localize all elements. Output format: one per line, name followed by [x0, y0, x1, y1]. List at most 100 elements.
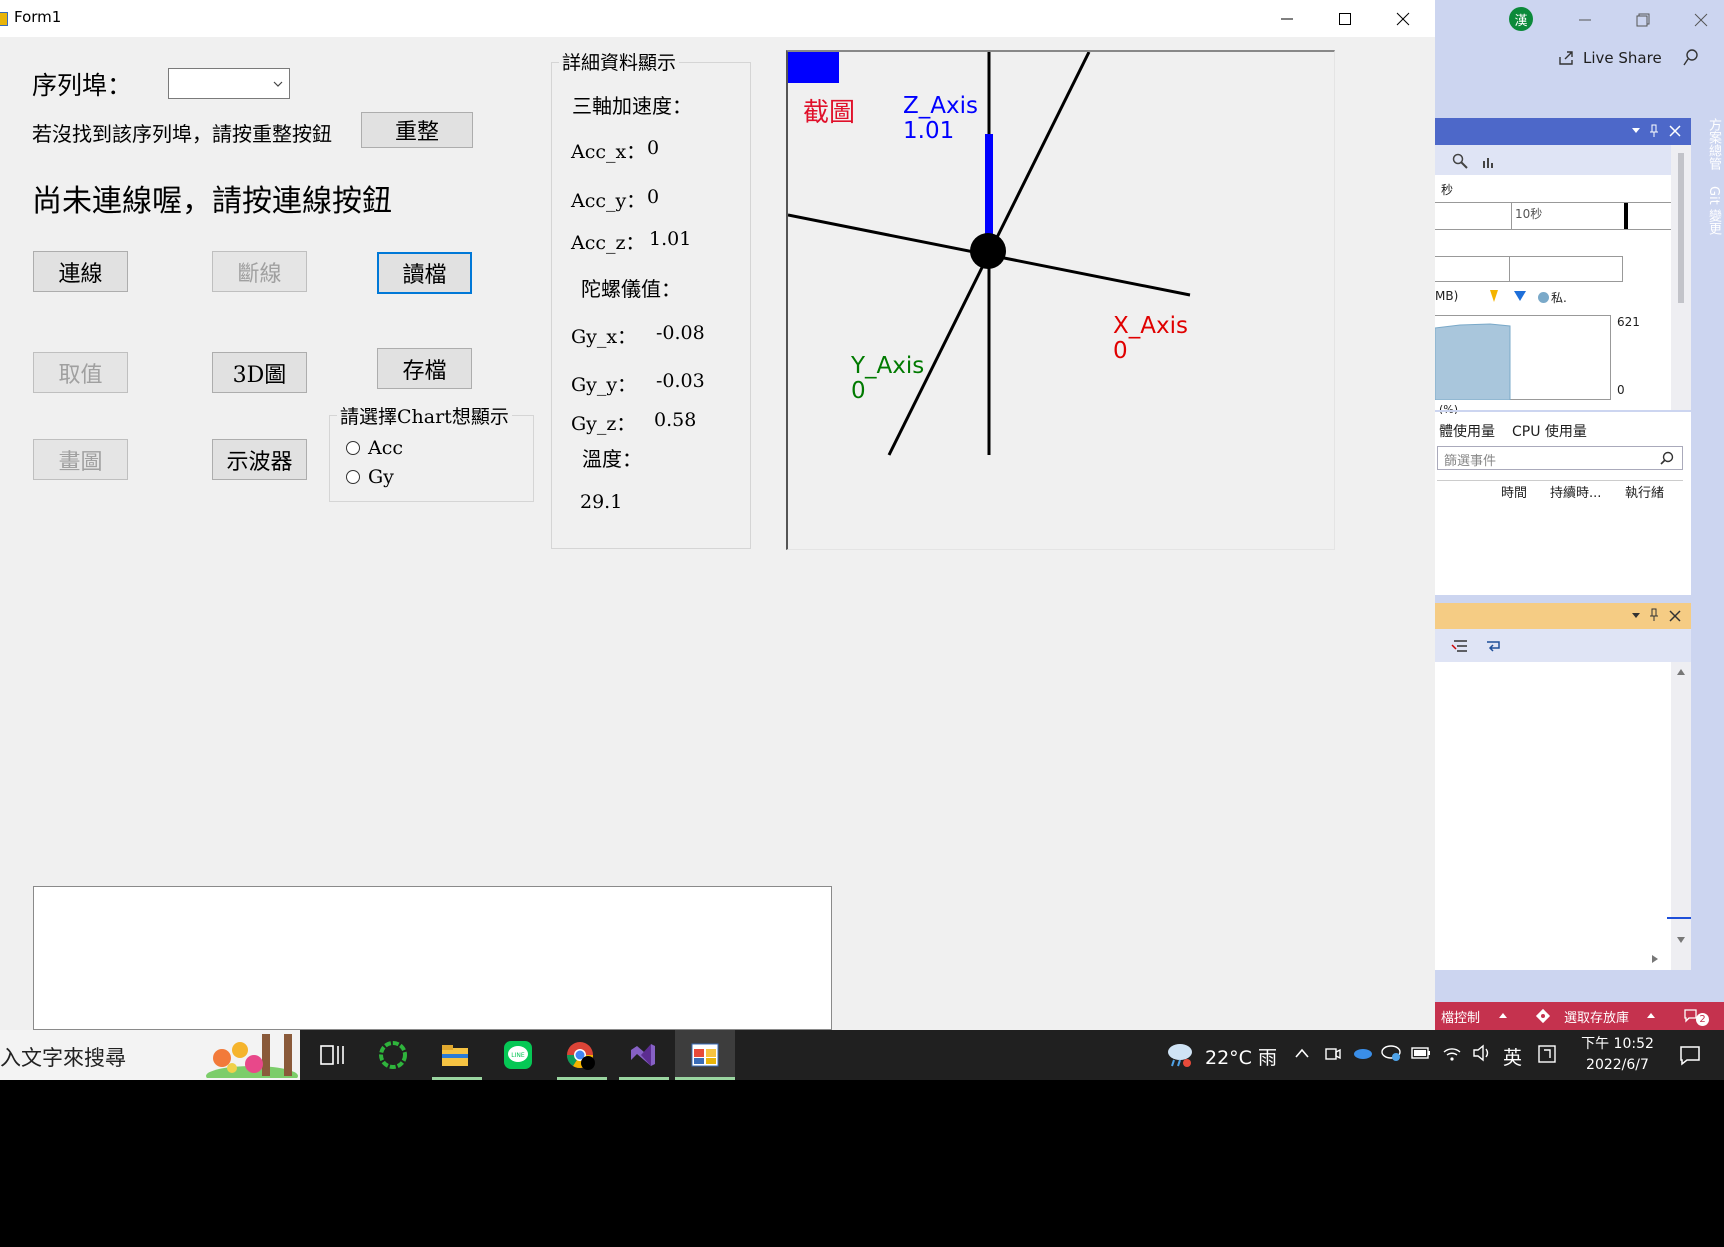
minimize-button[interactable] [1258, 0, 1316, 37]
timeline-tick [1511, 203, 1512, 229]
clear-all-icon[interactable] [1451, 637, 1469, 655]
track-divider [1509, 257, 1510, 282]
scroll-right-icon[interactable] [1651, 954, 1659, 964]
account-avatar[interactable]: 漢 [1509, 7, 1533, 31]
radio-gy-label: Gy [368, 466, 394, 488]
taskbar-search-box[interactable]: 入文字來搜尋 [0, 1030, 300, 1080]
read-file-button[interactable]: 讀檔 [377, 252, 472, 294]
close-button[interactable] [1374, 0, 1432, 37]
chrome-icon[interactable] [565, 1040, 595, 1070]
output-scrollbar[interactable] [1667, 662, 1691, 970]
column-time[interactable]: 時間 [1501, 482, 1527, 501]
memory-graph [1435, 315, 1611, 400]
temp-value: 29.1 [580, 491, 623, 513]
volume-icon[interactable] [1472, 1044, 1492, 1062]
scroll-down-icon[interactable] [1676, 936, 1686, 944]
weather-text[interactable]: 22°C 雨 [1205, 1043, 1277, 1070]
output-textbox[interactable] [33, 886, 832, 1030]
form-app-taskbar-button[interactable] [675, 1030, 735, 1080]
acc-y-label: Acc_y： [571, 190, 646, 212]
select-repo-button[interactable]: 選取存放庫 [1564, 1007, 1629, 1026]
tab-cpu-usage[interactable]: CPU 使用量 [1512, 421, 1587, 441]
onedrive-icon[interactable] [1351, 1046, 1373, 1060]
green-ring-app-icon[interactable] [378, 1040, 408, 1070]
active-indicator [675, 1077, 735, 1080]
vs-minimize-icon[interactable] [1578, 13, 1592, 27]
disconnect-button[interactable]: 斷線 [212, 251, 307, 292]
output-window-header [1435, 603, 1691, 629]
weather-rain-icon[interactable] [1164, 1040, 1196, 1070]
column-duration[interactable]: 持續時... [1550, 482, 1601, 501]
battery-icon[interactable] [1411, 1046, 1431, 1060]
screenshot-label[interactable]: 截圖 [803, 92, 855, 129]
screenshot-color-swatch[interactable] [788, 52, 839, 83]
radio-gy[interactable]: Gy [346, 466, 394, 488]
vs-status-bar: 檔控制 選取存放庫 2 [1435, 1002, 1724, 1030]
column-thread[interactable]: 執行緒 [1625, 482, 1664, 501]
chart-settings-icon[interactable] [1480, 153, 1496, 169]
maximize-button[interactable] [1316, 0, 1374, 37]
source-control-label[interactable]: 檔控制 [1441, 1007, 1480, 1026]
save-file-button[interactable]: 存檔 [377, 348, 472, 389]
tab-memory-usage[interactable]: 體使用量 [1439, 421, 1495, 441]
live-share-button[interactable]: Live Share [1583, 49, 1662, 67]
x-axis-value: 0 [1113, 338, 1128, 364]
radio-acc-label: Acc [368, 437, 404, 459]
onedrive-sync-icon[interactable] [1380, 1044, 1402, 1062]
feedback-icon[interactable] [1682, 47, 1702, 67]
close-icon[interactable] [1669, 610, 1681, 622]
pin-icon[interactable] [1649, 608, 1659, 622]
side-tab-git-changes[interactable]: Git 變更 [1706, 186, 1721, 235]
details-title: 詳細資料顯示 [559, 48, 680, 75]
acc-y-value: 0 [647, 186, 660, 208]
pin-icon[interactable] [1649, 124, 1659, 138]
draw-button[interactable]: 畫圖 [33, 439, 128, 480]
plot-3d-button[interactable]: 3D圖 [212, 352, 307, 393]
scroll-thumb[interactable] [1678, 153, 1684, 303]
acc-z-value: 1.01 [649, 228, 692, 250]
radio-circle[interactable] [346, 470, 360, 484]
oscilloscope-button[interactable]: 示波器 [212, 439, 307, 480]
task-view-icon[interactable] [318, 1040, 348, 1070]
file-explorer-icon[interactable] [440, 1040, 470, 1070]
port-combobox[interactable] [168, 68, 290, 99]
title-bar[interactable]: Form1 [0, 0, 1435, 37]
dropdown-icon[interactable] [1631, 612, 1641, 620]
action-center-icon[interactable] [1678, 1044, 1702, 1066]
close-icon[interactable] [1669, 125, 1681, 137]
running-indicator [557, 1077, 607, 1080]
scroll-up-icon[interactable] [1676, 668, 1686, 676]
diagnostics-scrollbar[interactable] [1671, 145, 1691, 410]
connect-button[interactable]: 連線 [33, 251, 128, 292]
vs-restore-icon[interactable] [1636, 13, 1650, 27]
radio-acc[interactable]: Acc [346, 437, 403, 459]
private-bytes-legend [1538, 292, 1549, 303]
meet-now-icon[interactable] [1324, 1045, 1342, 1063]
get-value-button[interactable]: 取值 [33, 352, 128, 393]
line-app-icon[interactable]: LINE [503, 1040, 533, 1070]
timeline-ruler[interactable]: 10秒 [1435, 202, 1671, 230]
side-tab-solution-explorer[interactable]: 方案總管 [1706, 118, 1721, 170]
clock[interactable]: 下午 10:52 2022/6/7 [1575, 1034, 1660, 1076]
dropdown-icon[interactable] [1631, 127, 1641, 135]
zoom-icon[interactable] [1452, 153, 1468, 169]
chevron-up-icon[interactable] [1294, 1047, 1310, 1059]
axes-3d-canvas: 截圖 Z_Axis 1.01 X_Axis 0 Y_Axis 0 [786, 50, 1335, 550]
scroll-marker [1667, 917, 1691, 919]
axes-3d-drawing [788, 52, 1191, 456]
clock-time: 下午 10:52 [1581, 1036, 1654, 1052]
acc-z-label: Acc_z： [571, 232, 645, 254]
visual-studio-icon[interactable] [627, 1040, 657, 1070]
filter-events-input[interactable]: 篩選事件 [1437, 446, 1683, 470]
output-body[interactable] [1435, 662, 1691, 970]
radio-circle[interactable] [346, 441, 360, 455]
refresh-button[interactable]: 重整 [361, 112, 473, 148]
search-icon[interactable] [1660, 451, 1674, 465]
word-wrap-icon[interactable] [1485, 637, 1503, 655]
output-toolbar [1435, 629, 1691, 662]
ime-mode-icon[interactable] [1537, 1044, 1557, 1064]
wifi-icon[interactable] [1442, 1044, 1462, 1062]
timeline-cursor[interactable] [1624, 203, 1628, 229]
input-method-indicator[interactable]: 英 [1503, 1043, 1522, 1070]
vs-close-icon[interactable] [1694, 13, 1708, 27]
